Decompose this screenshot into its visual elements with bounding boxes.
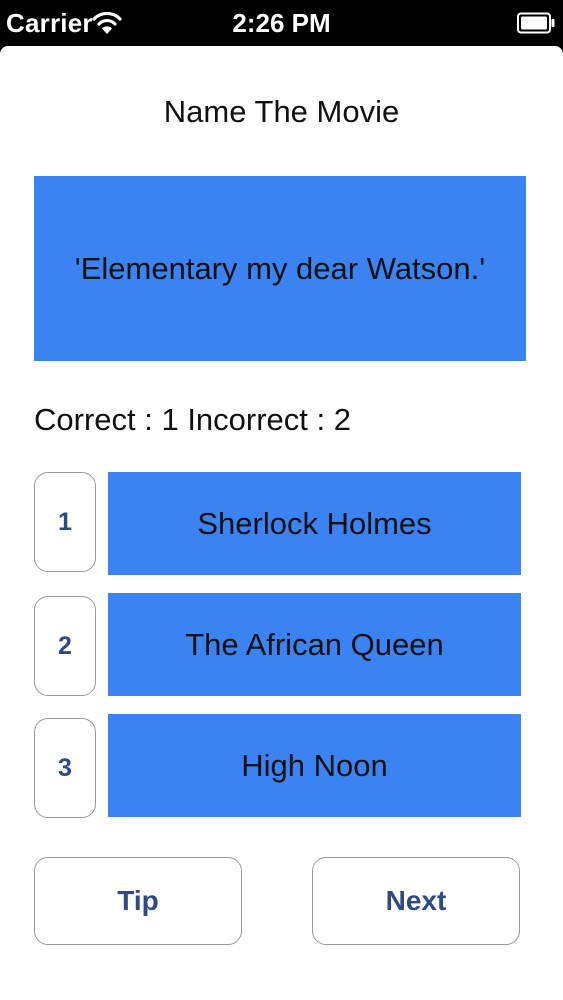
- choice-2-answer[interactable]: The African Queen: [108, 593, 521, 696]
- game-screen: Name The Movie 'Elementary my dear Watso…: [0, 46, 563, 1000]
- page-title: Name The Movie: [163, 94, 400, 129]
- choice-1-number-button[interactable]: 1: [34, 472, 96, 572]
- choice-1-answer[interactable]: Sherlock Holmes: [108, 472, 521, 575]
- clock: 2:26 PM: [232, 8, 331, 38]
- choice-3-answer[interactable]: High Noon: [108, 714, 521, 817]
- tip-button[interactable]: Tip: [34, 857, 242, 945]
- status-bar: Carrier 2:26 PM: [0, 0, 563, 46]
- choice-2-number-button[interactable]: 2: [34, 596, 96, 696]
- choice-3-number-button[interactable]: 3: [34, 718, 96, 818]
- next-button[interactable]: Next: [312, 857, 520, 945]
- quote-box: 'Elementary my dear Watson.': [34, 176, 526, 361]
- quote-text: 'Elementary my dear Watson.': [74, 250, 486, 286]
- score-label: Correct : 1 Incorrect : 2: [34, 402, 351, 437]
- battery-icon: [517, 12, 555, 34]
